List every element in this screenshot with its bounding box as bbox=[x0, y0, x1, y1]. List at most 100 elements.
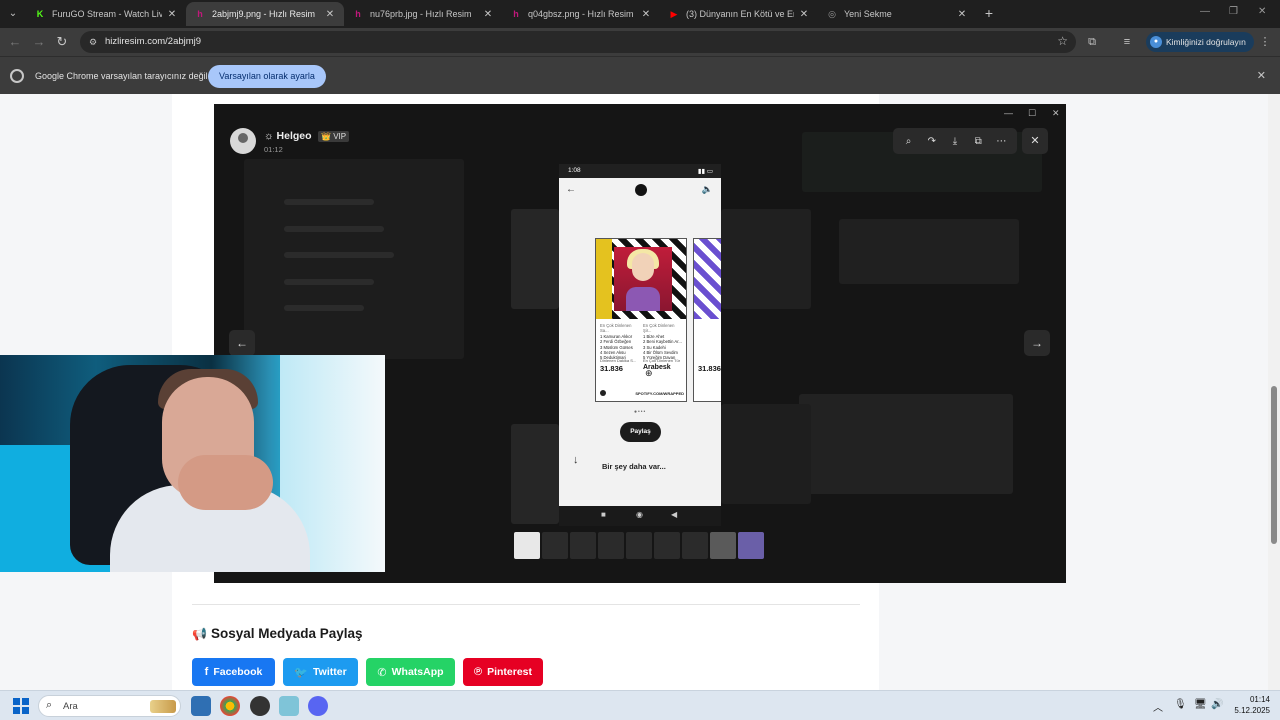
volume-icon[interactable]: 🔊 bbox=[1211, 699, 1223, 710]
tab-title: q04gbsz.png - Hızlı Resim bbox=[528, 9, 634, 19]
viewer-close-window-icon[interactable]: ✕ bbox=[1052, 108, 1060, 119]
taskbar-clock[interactable]: 01:14 5.12.2025 bbox=[1228, 694, 1270, 716]
reading-list-icon[interactable]: ≡ bbox=[1119, 34, 1135, 50]
profile-verify-button[interactable]: ● Kimliğinizi doğrulayın bbox=[1146, 32, 1254, 52]
status-time: 1:08 bbox=[568, 167, 581, 174]
store-icon[interactable] bbox=[191, 696, 211, 716]
list-item: 2 Beni Kaybettin Ar... bbox=[643, 339, 682, 345]
windows-start-icon[interactable] bbox=[13, 698, 29, 714]
spotify-icon bbox=[600, 390, 606, 396]
twitter-share-button[interactable]: 🐦 Twitter bbox=[283, 658, 358, 686]
thumbnail[interactable] bbox=[738, 532, 764, 559]
phone-screenshot: 1:08 ▮▮ ▭ ← 🔈 En Çok Dinlenen Sa... 1 Ka… bbox=[559, 164, 721, 526]
pinterest-share-button[interactable]: ℗ Pinterest bbox=[463, 658, 543, 686]
facebook-share-button[interactable]: f Facebook bbox=[192, 658, 275, 686]
hizliresim-icon: h bbox=[197, 9, 203, 19]
share-button-label: WhatsApp bbox=[391, 666, 444, 678]
more-menu-icon[interactable]: ⋮ bbox=[1257, 34, 1273, 50]
forward-arrow-icon[interactable]: → bbox=[30, 33, 48, 51]
site-info-icon[interactable]: ⚙ bbox=[87, 36, 99, 48]
spotify-icon bbox=[635, 184, 647, 196]
url-text[interactable]: hizliresim.com/2abjmj9 bbox=[105, 36, 201, 47]
viewer-close-button[interactable]: ✕ bbox=[1022, 128, 1048, 154]
page-scrollbar[interactable] bbox=[1268, 94, 1280, 690]
globe-icon: ◎ bbox=[828, 8, 836, 19]
tab-search-icon[interactable]: ⌄ bbox=[4, 5, 22, 23]
prev-image-button[interactable]: ← bbox=[229, 330, 255, 356]
tab-nu76prb[interactable]: h nu76prb.jpg - Hızlı Resim ✕ bbox=[344, 2, 502, 26]
youtube-icon: ▶ bbox=[670, 8, 678, 19]
tab-title: FuruGO Stream - Watch Live o bbox=[52, 9, 162, 19]
more-icon[interactable]: ⋯ bbox=[992, 136, 1010, 147]
thumbnail-strip bbox=[514, 532, 766, 560]
microphone-icon[interactable]: 🎙 bbox=[1174, 699, 1187, 710]
share-button: Paylaş bbox=[620, 422, 661, 442]
download-icon[interactable]: ⤓ bbox=[946, 136, 964, 147]
rotate-icon[interactable]: ↷ bbox=[923, 136, 941, 147]
back-arrow-icon[interactable]: ← bbox=[6, 33, 24, 51]
tab-title: 2abjmj9.png - Hızlı Resim bbox=[212, 9, 316, 19]
zoom-icon[interactable]: ⌕ bbox=[900, 136, 918, 147]
scrollbar-thumb[interactable] bbox=[1271, 386, 1277, 544]
tab-youtube[interactable]: ▶ (3) Dünyanın En Kötü ve En Pis ✕ bbox=[660, 2, 818, 26]
down-arrow-icon: ↓ bbox=[573, 454, 579, 466]
home-icon: ◉ bbox=[636, 510, 643, 519]
search-icon: ⌕ bbox=[46, 699, 53, 711]
phone-top-bar: ← 🔈 bbox=[559, 180, 721, 202]
close-icon[interactable]: ✕ bbox=[324, 9, 336, 20]
thumbnail[interactable] bbox=[542, 532, 568, 559]
whatsapp-share-button[interactable]: ✆ WhatsApp bbox=[366, 658, 455, 686]
thumbnail[interactable] bbox=[654, 532, 680, 559]
thumbnail[interactable] bbox=[514, 532, 540, 559]
browser-toolbar: ← → ↻ ⚙ hizliresim.com/2abjmj9 ☆ ⧉ ≡ ● K… bbox=[0, 28, 1280, 56]
webcam-overlay bbox=[0, 355, 385, 572]
minimize-icon[interactable]: — bbox=[1200, 6, 1210, 17]
open-external-icon[interactable]: ⧉ bbox=[969, 136, 987, 147]
extensions-icon[interactable]: ⧉ bbox=[1084, 34, 1100, 50]
chevron-up-icon[interactable]: ︿ bbox=[1153, 699, 1163, 714]
obs-icon[interactable] bbox=[250, 696, 270, 716]
address-bar[interactable]: ⚙ hizliresim.com/2abjmj9 ☆ bbox=[80, 31, 1076, 53]
phone-status-bar: 1:08 ▮▮ ▭ bbox=[559, 164, 721, 178]
infobar-message: Google Chrome varsayılan tarayıcınız değ… bbox=[35, 71, 208, 81]
taskbar-search[interactable]: ⌕ Ara bbox=[38, 695, 181, 717]
profile-label: Kimliğinizi doğrulayın bbox=[1166, 37, 1246, 47]
viewer-maximize-icon[interactable]: ☐ bbox=[1028, 108, 1036, 119]
set-default-button[interactable]: Varsayılan olarak ayarla bbox=[208, 65, 326, 88]
tab-new[interactable]: ◎ Yeni Sekme ✕ bbox=[818, 2, 976, 26]
tab-title: nu76prb.jpg - Hızlı Resim bbox=[370, 9, 472, 19]
close-icon[interactable]: ✕ bbox=[482, 9, 494, 20]
next-image-button[interactable]: → bbox=[1024, 330, 1050, 356]
thumbnail[interactable] bbox=[598, 532, 624, 559]
share-button-label: Pinterest bbox=[487, 666, 533, 678]
close-icon[interactable]: ✕ bbox=[166, 9, 178, 20]
thumbnail[interactable] bbox=[710, 532, 736, 559]
viewer-minimize-icon[interactable]: — bbox=[1004, 108, 1013, 118]
avatar[interactable] bbox=[230, 128, 256, 154]
bookmark-star-icon[interactable]: ☆ bbox=[1057, 34, 1068, 48]
hizliresim-icon: h bbox=[355, 9, 361, 19]
thumbnail[interactable] bbox=[570, 532, 596, 559]
tab-strip: ⌄ K FuruGO Stream - Watch Live o ✕ h 2ab… bbox=[0, 0, 1280, 28]
tab-q04gbsz[interactable]: h q04gbsz.png - Hızlı Resim ✕ bbox=[502, 2, 660, 26]
reload-icon[interactable]: ↻ bbox=[53, 33, 71, 51]
new-tab-plus-icon[interactable]: + bbox=[981, 5, 997, 21]
close-window-icon[interactable]: ✕ bbox=[1258, 6, 1266, 17]
tab-2abjmj9[interactable]: h 2abjmj9.png - Hızlı Resim ✕ bbox=[186, 2, 344, 26]
discord-icon[interactable] bbox=[308, 696, 328, 716]
card-artwork bbox=[596, 239, 686, 319]
close-icon[interactable]: ✕ bbox=[640, 9, 652, 20]
share-button-label: Facebook bbox=[213, 666, 263, 678]
chrome-icon[interactable] bbox=[220, 696, 240, 716]
close-icon[interactable]: ✕ bbox=[798, 9, 810, 20]
tab-furugo[interactable]: K FuruGO Stream - Watch Live o ✕ bbox=[26, 2, 186, 26]
network-icon[interactable]: 🖥 bbox=[1194, 699, 1207, 710]
thumbnail[interactable] bbox=[626, 532, 652, 559]
thumbnail[interactable] bbox=[682, 532, 708, 559]
recents-icon: ■ bbox=[601, 510, 606, 519]
close-icon[interactable]: ✕ bbox=[956, 9, 968, 20]
app-icon[interactable] bbox=[279, 696, 299, 716]
top-artists-heading: En Çok Dinlenen Sa... bbox=[600, 323, 632, 334]
infobar-close-icon[interactable]: ✕ bbox=[1257, 69, 1266, 82]
restore-icon[interactable]: ❐ bbox=[1229, 6, 1238, 17]
